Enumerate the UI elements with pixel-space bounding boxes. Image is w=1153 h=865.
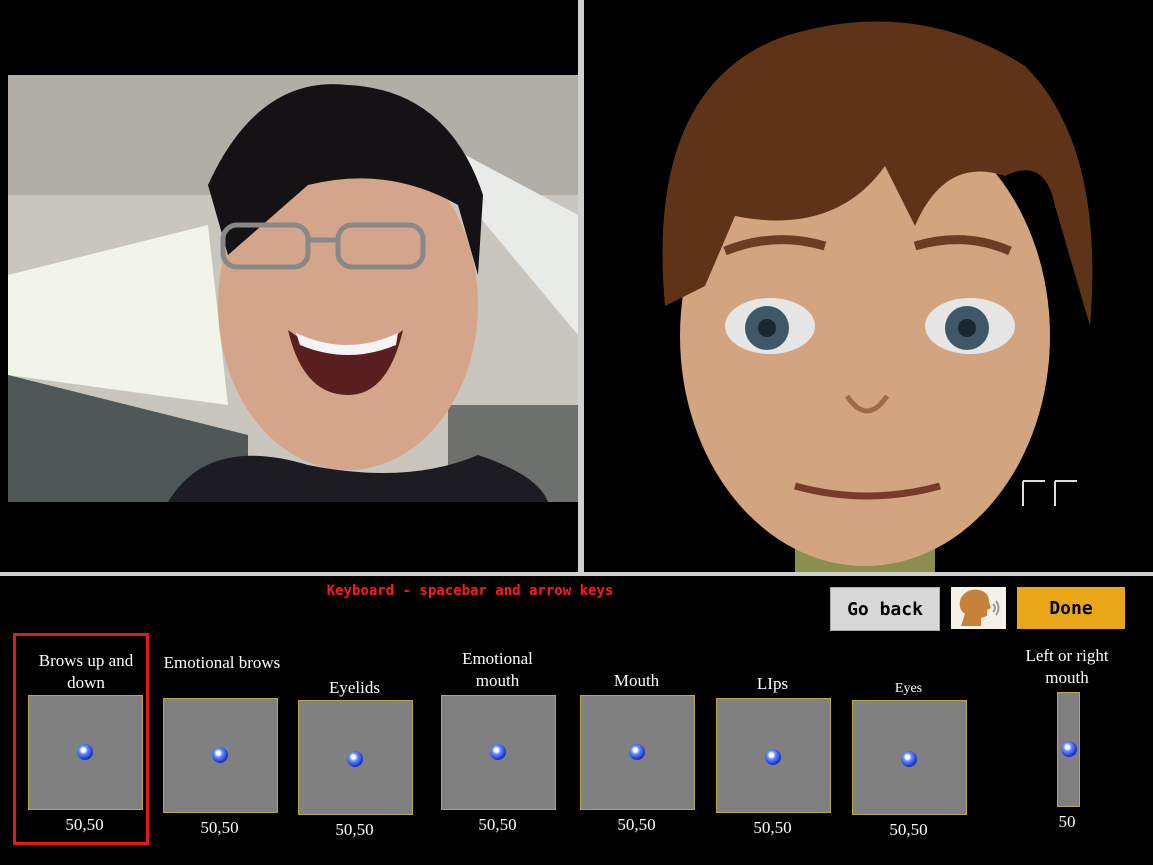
eyelids-handle[interactable] bbox=[347, 751, 363, 767]
control-label-eyelids: Eyelids bbox=[329, 678, 380, 697]
control-label-mouth: Mouth bbox=[613, 671, 660, 690]
speak-button[interactable] bbox=[951, 587, 1006, 629]
control-value-left-right-mouth: 50 bbox=[1058, 812, 1076, 831]
control-value-eyelids: 50,50 bbox=[335, 820, 374, 839]
control-label-emotional-mouth: Emotional mouth bbox=[462, 649, 533, 690]
eyelids-pad[interactable] bbox=[298, 700, 413, 815]
instruction-text: Keyboard - spacebar and arrow keys bbox=[326, 583, 614, 599]
webcam-video bbox=[8, 75, 578, 502]
control-value-lips: 50,50 bbox=[753, 818, 792, 837]
mouth-handle[interactable] bbox=[629, 744, 645, 760]
avatar-pane bbox=[585, 6, 1147, 572]
webcam-person-image bbox=[8, 75, 578, 502]
control-value-brows-up-down: 50,50 bbox=[65, 815, 104, 834]
lips-pad[interactable] bbox=[716, 698, 831, 813]
eyes-handle[interactable] bbox=[901, 751, 917, 767]
control-label-brows-up-down: Brows up and down bbox=[38, 651, 134, 692]
speaking-head-icon bbox=[959, 589, 999, 626]
control-value-emotional-mouth: 50,50 bbox=[478, 815, 517, 834]
done-button[interactable]: Done bbox=[1017, 587, 1125, 629]
control-label-eyes: Eyes bbox=[894, 681, 923, 696]
control-label-emotional-brows: Emotional brows bbox=[163, 653, 281, 672]
control-value-eyes: 50,50 bbox=[889, 820, 928, 839]
lips-handle[interactable] bbox=[765, 749, 781, 765]
emotional-mouth-handle[interactable] bbox=[490, 744, 506, 760]
vertical-divider bbox=[578, 0, 584, 575]
brows-up-down-pad[interactable] bbox=[28, 695, 143, 810]
emotional-brows-handle[interactable] bbox=[212, 747, 228, 763]
emotional-brows-pad[interactable] bbox=[163, 698, 278, 813]
control-value-mouth: 50,50 bbox=[617, 815, 656, 834]
emotional-mouth-pad[interactable] bbox=[441, 695, 556, 810]
control-value-emotional-brows: 50,50 bbox=[200, 818, 239, 837]
eyes-pad[interactable] bbox=[852, 700, 967, 815]
go-back-button[interactable]: Go back bbox=[830, 587, 940, 631]
avatar-face-image bbox=[585, 6, 1147, 572]
brows-up-down-handle[interactable] bbox=[77, 744, 93, 760]
control-label-left-right-mouth: Left or right mouth bbox=[1025, 646, 1109, 687]
left-right-mouth-handle[interactable] bbox=[1061, 741, 1077, 757]
horizontal-divider bbox=[0, 572, 1153, 576]
mouth-pad[interactable] bbox=[580, 695, 695, 810]
control-label-lips: LIps bbox=[756, 674, 789, 693]
left-right-mouth-slider[interactable] bbox=[1057, 692, 1080, 807]
